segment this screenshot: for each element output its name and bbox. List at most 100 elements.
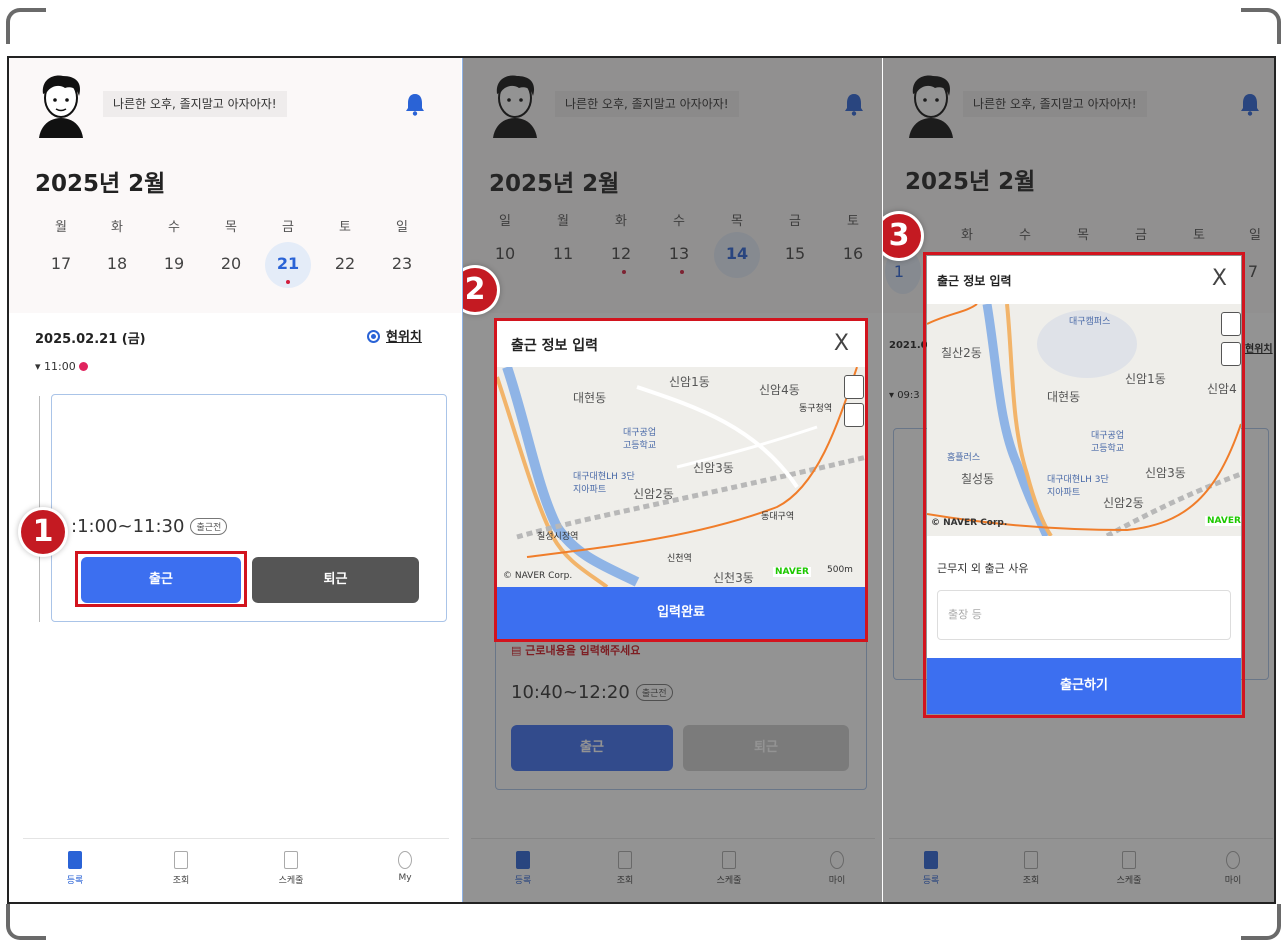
weekday-label: 수 (168, 220, 180, 235)
tutorial-frame: 나른한 오후, 졸지말고 아자아자! 2025년 2월 월 화 수 목 금 토 … (0, 0, 1287, 944)
map-label: 칠성시장역 (537, 532, 579, 542)
tab-lookup[interactable]: 조회 (151, 851, 211, 886)
map-label: 칠성동 (961, 472, 995, 486)
frame-corner-top-left (6, 8, 46, 44)
screen-step-1: 나른한 오후, 졸지말고 아자아자! 2025년 2월 월 화 수 목 금 토 … (9, 58, 461, 902)
screen-step-3: 나른한 오후, 졸지말고 아자아자! 2025년 2월 화 수 목 금 토 일 … (883, 58, 1274, 902)
calendar-day[interactable]: 17 (41, 254, 81, 273)
tab-register[interactable]: 등록 (45, 851, 105, 886)
checkout-button[interactable]: 퇴근 (252, 557, 419, 603)
weekday-label: 일 (396, 220, 408, 235)
reason-label: 근무지 외 출근 사유 (937, 562, 1029, 575)
checkin-submit-button[interactable]: 출근하기 (927, 658, 1241, 714)
frame-corner-top-right (1241, 8, 1281, 44)
map-label: 홈플러스 (947, 453, 981, 463)
avatar-icon[interactable] (33, 72, 89, 138)
tab-label: 등록 (66, 876, 84, 886)
calendar-day[interactable]: 18 (97, 254, 137, 273)
calendar-day[interactable]: 22 (325, 254, 365, 273)
map-label: 신천역 (667, 554, 692, 564)
clipboard-check-icon (68, 851, 82, 869)
current-location-link[interactable]: 현위치 (367, 326, 422, 345)
header: 나른한 오후, 졸지말고 아자아자! 2025년 2월 월 화 수 목 금 토 … (9, 58, 461, 313)
current-location-label: 현위치 (386, 330, 422, 345)
checkin-reason-modal: 출근 정보 입력 X 칠산2동 대구캠퍼스 대현동 신암1동 신암4 대구공업고… (927, 256, 1241, 714)
timeline-marker[interactable]: ▾ 11:00 (35, 360, 89, 373)
refresh-icon[interactable] (1221, 342, 1241, 366)
map-label: 신암3동 (1145, 466, 1186, 480)
map-label: 신암2동 (633, 487, 674, 501)
tab-label: My (398, 873, 412, 883)
tab-label: 스케줄 (278, 876, 304, 886)
weekday-label: 금 (282, 220, 294, 235)
map-label: 대구대현LH 3단지아파트 (1047, 475, 1109, 498)
map-label: 대구공업고등학교 (623, 428, 657, 451)
shift-time-text: :1:00~11:30 (71, 516, 185, 537)
my-location-icon[interactable] (1221, 312, 1241, 336)
screenshot-strip: 나른한 오후, 졸지말고 아자아자! 2025년 2월 월 화 수 목 금 토 … (7, 56, 1276, 904)
frame-corner-bottom-right (1241, 904, 1281, 940)
modal-title: 출근 정보 입력 (937, 274, 1012, 288)
naver-logo: NAVER (1205, 516, 1241, 526)
map-copyright: © NAVER Corp. (503, 571, 573, 581)
frame-corner-bottom-left (6, 904, 46, 940)
my-location-icon[interactable] (844, 375, 864, 399)
reason-input[interactable]: 출장 등 (937, 590, 1231, 640)
map-label: 신암4 (1207, 382, 1237, 396)
document-search-icon (174, 851, 188, 869)
tab-schedule[interactable]: 스케줄 (261, 851, 321, 886)
map-label: 대구대현LH 3단지아파트 (573, 472, 635, 495)
event-dot (286, 280, 290, 284)
map-label: 대구캠퍼스 (1069, 317, 1111, 327)
map-roads (927, 304, 1241, 536)
calendar-icon (284, 851, 298, 869)
map-label: 신암3동 (693, 461, 734, 475)
checkin-button[interactable]: 출근 (81, 557, 241, 603)
weekday-label: 월 (55, 220, 67, 235)
checkin-info-modal: 출근 정보 입력 X 대현동 신암1동 신암4동 동구청역 대구공업고등학교 신… (497, 321, 865, 639)
calendar-day[interactable]: 23 (382, 254, 422, 273)
calendar-day-selected[interactable]: 21 (268, 254, 308, 273)
step-badge-1: 1 (21, 510, 65, 554)
weekday-label: 토 (339, 220, 351, 235)
naver-logo: NAVER (773, 567, 811, 577)
bottom-tab-bar: 등록 조회 스케줄 My (23, 838, 449, 902)
submit-button[interactable]: 입력완료 (497, 587, 865, 639)
modal-title: 출근 정보 입력 (511, 338, 599, 354)
timeline-line (39, 396, 40, 622)
map-label: 동구청역 (799, 404, 833, 414)
map-view[interactable]: 대현동 신암1동 신암4동 동구청역 대구공업고등학교 신암3동 대구대현LH … (497, 367, 865, 587)
map-label: 대현동 (573, 391, 607, 405)
bell-icon[interactable] (404, 92, 426, 116)
location-target-icon (367, 330, 380, 343)
greeting-banner: 나른한 오후, 졸지말고 아자아자! (103, 91, 287, 117)
month-title: 2025년 2월 (35, 171, 166, 197)
map-view[interactable]: 칠산2동 대구캠퍼스 대현동 신암1동 신암4 대구공업고등학교 홈플러스 칠성… (927, 304, 1241, 536)
close-icon[interactable]: X (834, 331, 849, 356)
refresh-icon[interactable] (844, 403, 864, 427)
weekday-label: 목 (225, 220, 237, 235)
map-label: 신천3동 (713, 571, 754, 585)
tab-label: 조회 (172, 876, 190, 886)
tab-my[interactable]: My (375, 851, 435, 883)
weekday-label: 화 (111, 220, 123, 235)
calendar-day[interactable]: 20 (211, 254, 251, 273)
shift-time: :1:00~11:30 출근전 (71, 516, 228, 537)
map-label: 신암1동 (1125, 372, 1166, 386)
timeline-time: ▾ 11:00 (35, 360, 76, 373)
close-icon[interactable]: X (1212, 266, 1227, 291)
map-copyright: © NAVER Corp. (931, 518, 1008, 528)
map-label: 신암4동 (759, 383, 800, 397)
calendar-day[interactable]: 19 (154, 254, 194, 273)
user-icon (398, 851, 412, 869)
map-label: 신암1동 (669, 375, 710, 389)
map-label: 동대구역 (761, 512, 795, 522)
screen-step-2: 나른한 오후, 졸지말고 아자아자! 2025년 2월 일 월 화 수 목 금 … (462, 58, 882, 902)
map-label: 대현동 (1047, 390, 1081, 404)
map-label: 신암2동 (1103, 496, 1144, 510)
alert-badge-icon (79, 362, 89, 371)
map-label: 대구공업고등학교 (1091, 431, 1125, 454)
map-label: 칠산2동 (941, 346, 982, 360)
map-scale: 500m (827, 565, 853, 575)
status-pill: 출근전 (190, 518, 228, 535)
